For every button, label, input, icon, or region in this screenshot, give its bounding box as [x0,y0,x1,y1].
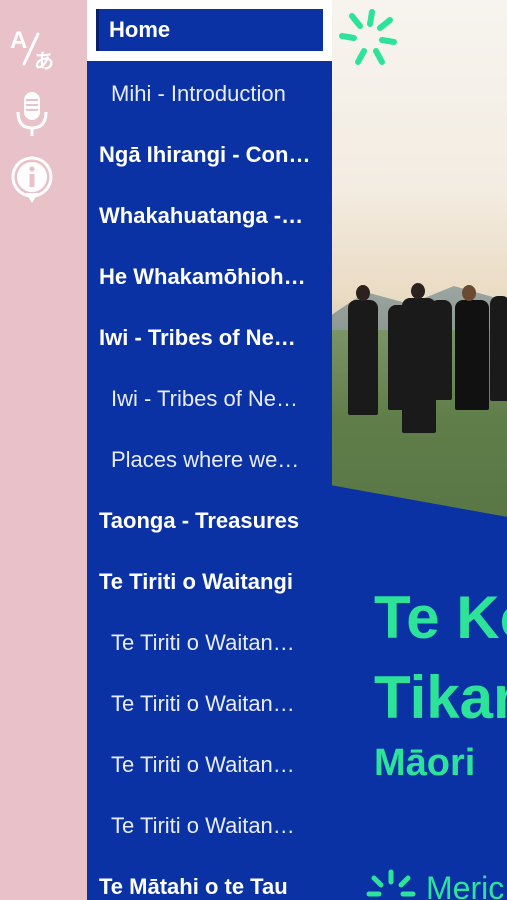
microphone-icon [16,92,48,136]
menu-item-te-tiriti-sub-1[interactable]: Te Tiriti o Waitan… [87,612,332,673]
menu-home-frame: Home [87,0,332,61]
translate-button[interactable]: A あ [8,24,56,72]
brand-logo-icon [366,869,416,897]
hero-title-line1: Te Ko [374,584,507,651]
menu-item-mihi-introduction[interactable]: Mihi - Introduction [87,63,332,124]
menu-item-places-where-we[interactable]: Places where we… [87,429,332,490]
side-toolbar: A あ [0,0,87,900]
translate-glyph-latin: A [10,27,27,54]
menu-item-nga-ihirangi[interactable]: Ngā Ihirangi - Con… [87,124,332,185]
hero-subtitle: Māori [374,742,476,784]
photo-person [490,296,507,401]
menu-item-whakahuatanga[interactable]: Whakahuatanga -… [87,185,332,246]
menu-item-home[interactable]: Home [96,9,323,51]
menu-item-te-tiriti-o-waitangi[interactable]: Te Tiriti o Waitangi [87,551,332,612]
photo-person [348,300,378,415]
translate-glyph-jp: あ [34,49,54,72]
info-button[interactable] [8,156,56,204]
menu-item-taonga-treasures[interactable]: Taonga - Treasures [87,490,332,551]
photo-person-head [462,285,476,301]
navigation-menu: Home Mihi - Introduction Ngā Ihirangi - … [87,0,332,900]
hero-title-line2: Tikan [374,664,507,731]
photo-person-head [411,283,425,299]
photo-person [430,300,452,400]
menu-item-te-tiriti-sub-4[interactable]: Te Tiriti o Waitan… [87,795,332,856]
photo-person-head [356,285,370,301]
spark-logo-icon [339,9,397,65]
microphone-button[interactable] [8,90,56,138]
menu-item-iwi-tribes-sub[interactable]: Iwi - Tribes of Ne… [87,368,332,429]
menu-item-te-tiriti-sub-2[interactable]: Te Tiriti o Waitan… [87,673,332,734]
brand-name: Meric [426,870,505,900]
translate-icon: A あ [10,27,54,72]
menu-item-te-tiriti-sub-3[interactable]: Te Tiriti o Waitan… [87,734,332,795]
info-icon [11,156,53,203]
menu-item-te-matahi-o-te-tau[interactable]: Te Mātahi o te Tau [87,856,332,900]
menu-item-he-whakamohiohio[interactable]: He Whakamōhioh… [87,246,332,307]
menu-item-iwi-tribes[interactable]: Iwi - Tribes of Ne… [87,307,332,368]
photo-person [455,300,489,410]
